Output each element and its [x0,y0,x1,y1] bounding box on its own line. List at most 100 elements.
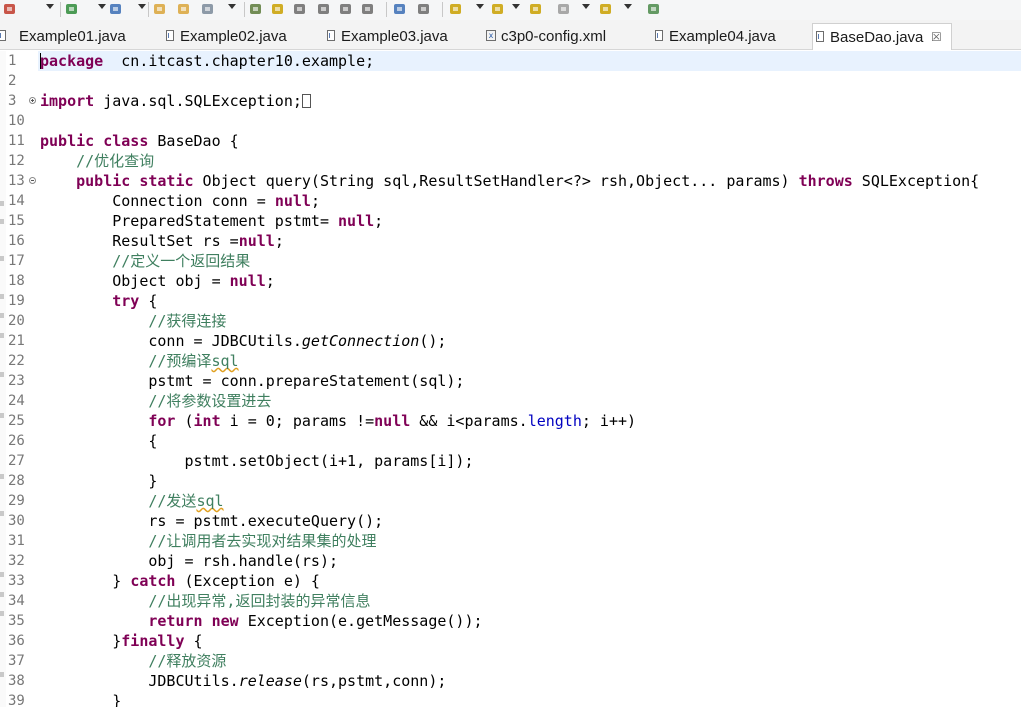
tab-example03-java[interactable]: Example03.java [324,23,484,50]
back-icon[interactable] [528,1,544,17]
tab-c3p0-config-xml[interactable]: x c3p0-config.xml [484,23,648,50]
show-whitespace-icon[interactable] [338,1,354,17]
tab-example02-java[interactable]: Example02.java [163,23,323,50]
dropdown-arrow-icon[interactable] [624,4,632,9]
code-text: conn = JDBCUtils.getConnection(); [40,331,446,351]
code-token: rs = pstmt.executeQuery(); [40,512,384,530]
tab-label: Example01.java [19,28,126,45]
code-text: public static Object query(String sql,Re… [40,171,979,191]
code-text: JDBCUtils.release(rs,pstmt,conn); [40,671,446,691]
code-text: public class BaseDao { [40,131,239,151]
line-number: 31 [8,533,25,549]
code-text: PreparedStatement pstmt= null; [40,211,383,231]
dropdown-arrow-icon[interactable] [476,4,484,9]
code-line: 29 //发送sql [0,491,1021,511]
code-line: 18 Object obj = null; [0,271,1021,291]
collapse-fold-icon[interactable] [29,177,36,184]
code-text: rs = pstmt.executeQuery(); [40,511,383,531]
code-token: ( [175,412,194,430]
code-token: { [40,432,158,450]
code-line: 19 try { [0,291,1021,311]
block-select-icon[interactable] [316,1,332,17]
code-editor[interactable]: 1 package cn.itcast.chapter10.example; 2 3 i… [0,51,1021,707]
pilcrow-icon[interactable] [360,1,376,17]
code-token: java.sql.SQLException; [94,92,302,110]
line-number: 30 [8,513,25,529]
code-text: return new Exception(e.getMessage()); [40,611,482,631]
code-token: pstmt.setObject(i+1, params[i]); [40,452,474,470]
forward-icon[interactable] [556,1,572,17]
folded-import-marker[interactable] [301,94,311,108]
open-project-icon[interactable] [176,1,192,17]
toolbar-separator [244,2,245,17]
mark-occurrences-icon[interactable] [270,1,286,17]
code-text: Object obj = null; [40,271,275,291]
tab-label: Example04.java [669,28,776,45]
search-icon[interactable] [416,1,432,17]
keyword-token: catch [130,572,176,590]
code-token: ; i++) [581,412,637,430]
close-tab-icon[interactable]: ☒ [931,25,942,50]
code-token: ; [374,212,384,230]
static-method-token: release [238,672,302,690]
prev-annotation-icon[interactable] [490,1,506,17]
code-text: //让调用者去实现对结果集的处理 [40,531,376,551]
code-line: 33 } catch (Exception e) { [0,571,1021,591]
toolbar-separator [442,2,443,17]
keyword-token: package [40,52,104,70]
dropdown-arrow-icon[interactable] [228,4,236,9]
dropdown-arrow-icon[interactable] [512,4,520,9]
open-folder-icon[interactable] [152,1,168,17]
dropdown-arrow-icon[interactable] [138,4,146,9]
next-annotation-icon[interactable] [448,1,464,17]
tab-example01-java[interactable]: Example01.java [0,23,160,50]
code-text: import java.sql.SQLException; [40,91,311,111]
maximize-icon[interactable] [646,1,662,17]
java-file-icon [0,30,6,41]
code-line: 16 ResultSet rs =null; [0,231,1021,251]
java-file-icon [655,30,663,41]
globe-icon[interactable] [392,1,408,17]
tab-example04-java[interactable]: Example04.java [652,23,812,50]
word-wrap-icon[interactable] [292,1,308,17]
debug-run-icon[interactable] [2,1,18,17]
code-text: //发送sql [40,491,223,511]
keyword-token: import [40,92,95,110]
dropdown-arrow-icon[interactable] [98,4,106,9]
keyword-token: int [193,412,221,430]
line-number: 12 [8,153,25,169]
code-token: obj = rsh.handle(rs); [40,552,339,570]
pin-icon[interactable] [248,1,264,17]
magic-wand-icon[interactable] [200,1,216,17]
new-server-icon[interactable] [108,1,124,17]
code-line: 13 public static Object query(String sql… [0,171,1021,191]
line-number: 32 [8,553,25,569]
code-text: //定义一个返回结果 [40,251,250,271]
last-edit-icon[interactable] [598,1,614,17]
tab-basedao-java[interactable]: BaseDao.java ☒ [812,23,952,50]
text-caret [40,53,41,69]
code-token: && i<params. [410,412,528,430]
dropdown-arrow-icon[interactable] [582,4,590,9]
code-token: JDBCUtils. [40,672,239,690]
comment-token: sql [211,352,239,370]
code-token: (rs,pstmt,conn); [301,672,447,690]
code-text: ResultSet rs =null; [40,231,284,251]
line-number: 37 [8,653,25,669]
code-line: 3 import java.sql.SQLException; [0,91,1021,111]
code-text: { [40,431,157,451]
line-number: 35 [8,613,25,629]
code-line: 25 for (int i = 0; params !=null && i<pa… [0,411,1021,431]
expand-fold-icon[interactable] [29,97,36,104]
run-icon[interactable] [64,1,80,17]
code-token: } [40,692,122,707]
line-number: 25 [8,413,25,429]
dropdown-arrow-icon[interactable] [46,4,54,9]
